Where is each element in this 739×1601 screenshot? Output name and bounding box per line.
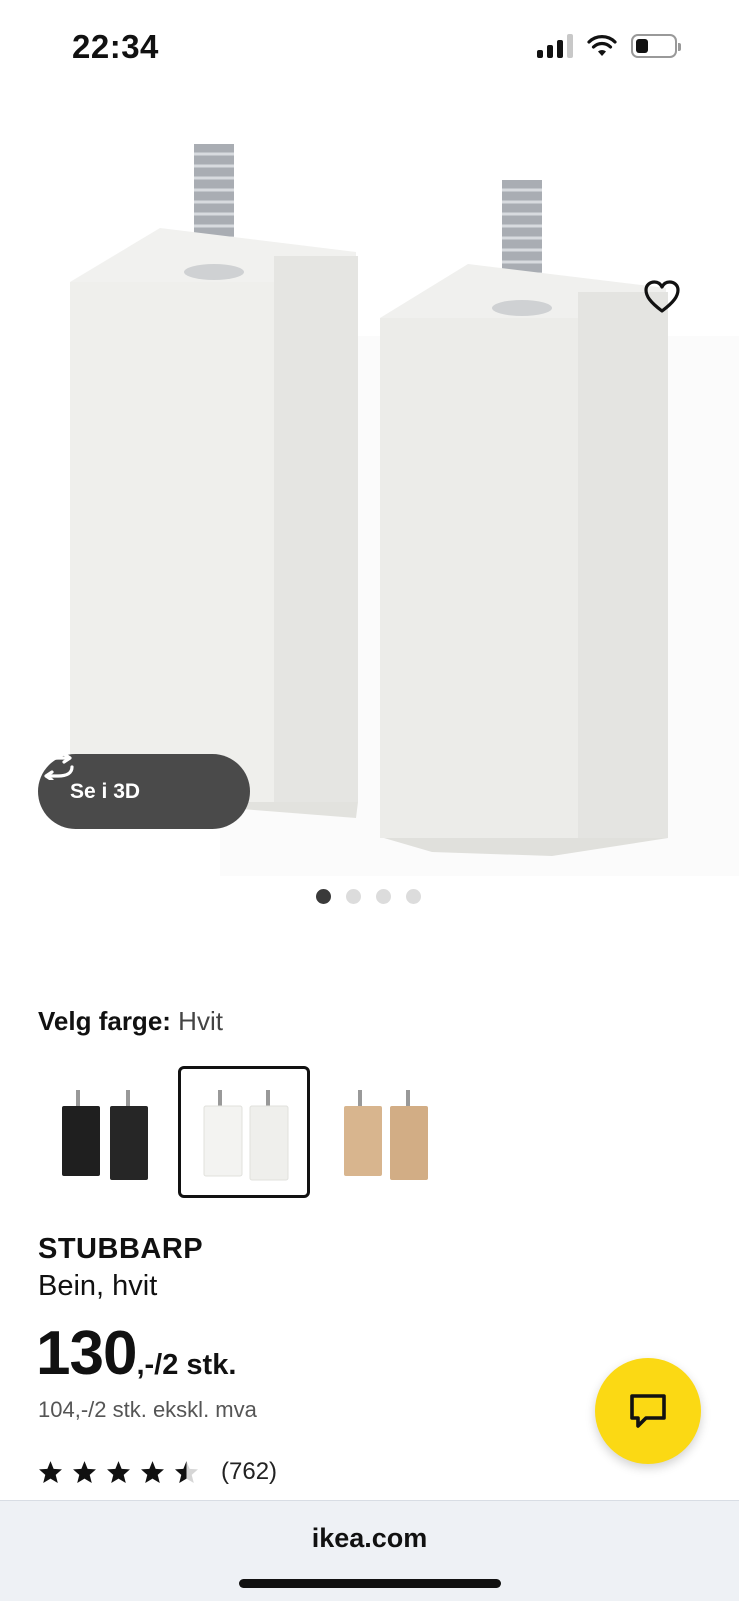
carousel-dot[interactable] <box>316 889 331 904</box>
product-description: Bein, hvit <box>38 1270 158 1302</box>
star-icon <box>73 1461 96 1483</box>
color-swatches <box>38 1066 450 1198</box>
product-rating[interactable]: (762) <box>38 1458 277 1486</box>
chat-icon <box>630 1394 666 1428</box>
chat-button[interactable] <box>595 1358 701 1464</box>
status-time: 22:34 <box>72 28 159 65</box>
color-select-value: Hvit <box>178 1006 223 1036</box>
product-price: 130 ,-/2 stk. <box>36 1318 236 1389</box>
rotate-icon <box>42 754 74 780</box>
color-select-key: Velg farge: <box>38 1006 171 1036</box>
color-swatch-white[interactable] <box>178 1066 310 1198</box>
wifi-icon <box>587 35 617 56</box>
carousel-dot[interactable] <box>376 889 391 904</box>
color-swatch-birch[interactable] <box>318 1066 450 1198</box>
half-star-icon <box>175 1461 198 1483</box>
rating-count: (762) <box>221 1458 278 1485</box>
carousel-indicator <box>316 889 421 904</box>
white-legs-thumbnail <box>203 1090 289 1181</box>
favorite-button[interactable] <box>644 280 684 320</box>
product-image-carousel[interactable]: Se i 3D <box>0 96 739 876</box>
star-icon <box>39 1461 62 1483</box>
view-3d-label: Se i 3D <box>70 779 141 803</box>
carousel-dot[interactable] <box>346 889 361 904</box>
status-icons <box>537 34 681 58</box>
status-bar: 22:34 <box>0 0 739 96</box>
price-suffix: ,-/2 stk. <box>136 1349 237 1381</box>
url-display[interactable]: ikea.com <box>0 1523 739 1554</box>
view-3d-button[interactable]: Se i 3D <box>38 754 250 829</box>
price-main: 130 <box>36 1319 137 1388</box>
black-legs-thumbnail <box>62 1090 148 1180</box>
cellular-signal-icon <box>537 34 573 58</box>
birch-legs-thumbnail <box>344 1090 428 1180</box>
browser-bar: ikea.com <box>0 1500 739 1601</box>
color-select-label: Velg farge: Hvit <box>38 1006 223 1037</box>
product-name: STUBBARP <box>38 1233 204 1265</box>
heart-icon <box>644 280 680 313</box>
carousel-dot[interactable] <box>406 889 421 904</box>
home-indicator[interactable] <box>239 1579 501 1588</box>
battery-icon <box>631 34 681 58</box>
star-icon <box>107 1461 130 1483</box>
price-ex-vat: 104,-/2 stk. ekskl. mva <box>38 1397 257 1422</box>
color-swatch-black[interactable] <box>38 1066 170 1198</box>
rating-stars <box>38 1460 199 1484</box>
star-icon <box>141 1461 164 1483</box>
